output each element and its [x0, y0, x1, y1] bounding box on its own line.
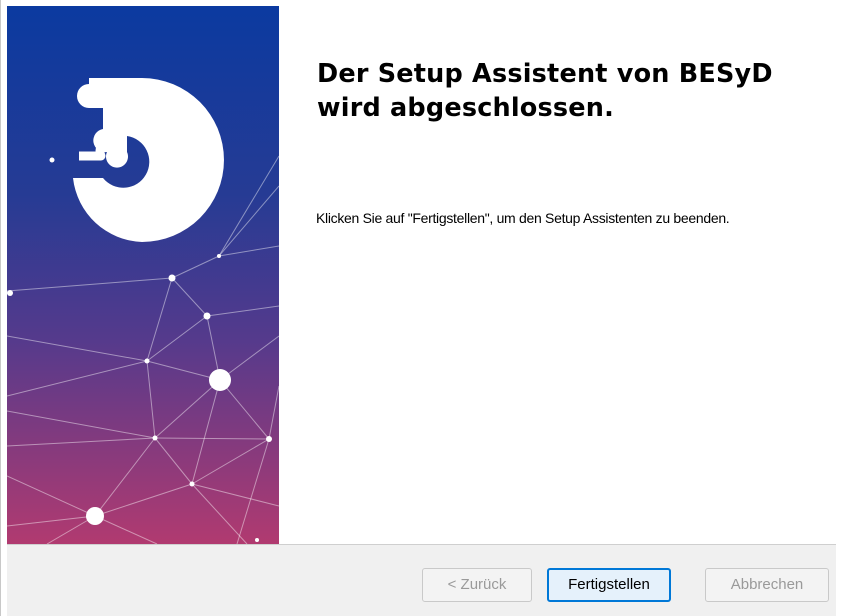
finish-button[interactable]: Fertigstellen — [547, 568, 671, 602]
wizard-button-bar: < Zurück Fertigstellen Abbrechen — [7, 544, 836, 616]
wizard-side-banner — [7, 6, 279, 544]
window-right-margin — [836, 0, 843, 616]
back-button[interactable]: < Zurück — [422, 568, 532, 602]
wizard-content: Der Setup Assistent von BESyD wird abges… — [279, 6, 836, 544]
wizard-message: Klicken Sie auf "Fertigstellen", um den … — [316, 210, 730, 226]
cancel-button[interactable]: Abbrechen — [705, 568, 829, 602]
wizard-heading: Der Setup Assistent von BESyD wird abges… — [317, 59, 773, 123]
setup-wizard-window: Der Setup Assistent von BESyD wird abges… — [0, 0, 843, 616]
